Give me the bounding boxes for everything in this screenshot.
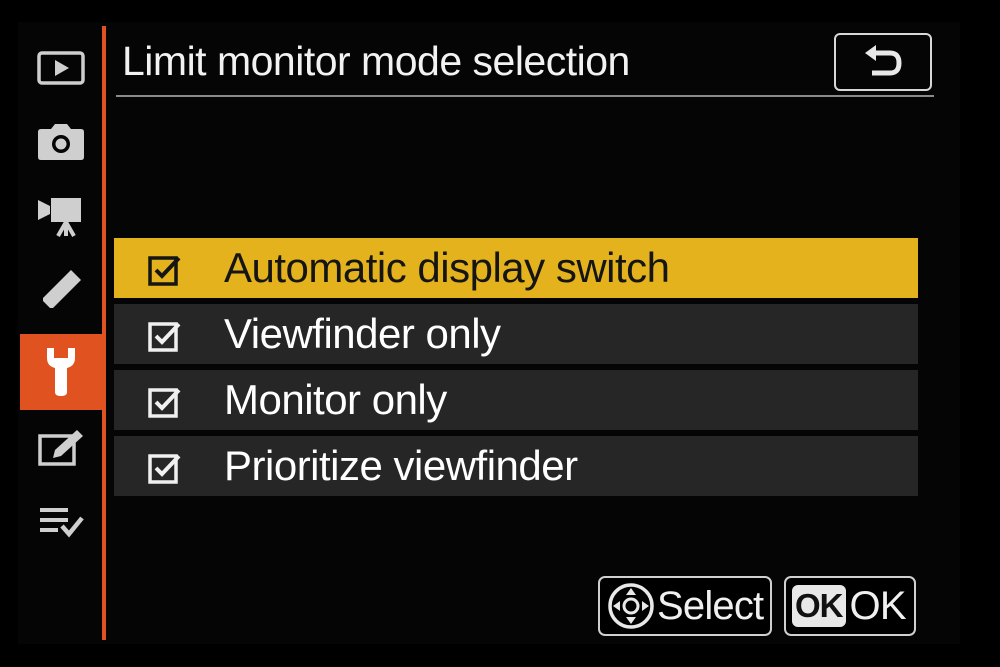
playback-icon xyxy=(37,51,85,85)
checkbox-checked-icon[interactable] xyxy=(148,452,182,484)
photo-shooting-menu-tab[interactable] xyxy=(20,106,102,178)
select-button[interactable]: Select xyxy=(598,576,772,636)
my-menu-icon xyxy=(40,508,84,538)
my-menu-tab[interactable] xyxy=(20,486,102,558)
option-label: Monitor only xyxy=(224,376,447,423)
option-label: Viewfinder only xyxy=(224,310,501,357)
checkbox-checked-icon[interactable] xyxy=(148,254,182,286)
pencil-icon xyxy=(43,270,81,308)
multi-selector-icon xyxy=(608,583,654,629)
ok-button-icon: OK xyxy=(792,585,846,627)
camera-icon xyxy=(38,124,84,160)
sidebar-divider xyxy=(102,26,106,640)
back-arrow-icon xyxy=(865,45,902,76)
ok-button[interactable]: OK OK xyxy=(784,576,916,636)
retouch-menu-tab[interactable] xyxy=(20,412,102,484)
option-label: Prioritize viewfinder xyxy=(224,442,578,489)
checkbox-checked-icon[interactable] xyxy=(148,386,182,418)
select-label: Select xyxy=(657,583,764,628)
retouch-icon xyxy=(38,430,83,466)
wrench-icon xyxy=(47,348,75,396)
ok-label: OK xyxy=(849,583,907,628)
checkbox-checked-icon[interactable] xyxy=(148,320,182,352)
movie-camera-icon xyxy=(38,198,81,237)
option-automatic-display-switch[interactable]: Automatic display switch xyxy=(114,238,918,298)
page-title: Limit monitor mode selection xyxy=(122,38,630,84)
menu-sidebar xyxy=(20,26,102,640)
back-button[interactable] xyxy=(834,33,932,91)
playback-menu-tab[interactable] xyxy=(20,32,102,104)
option-monitor-only[interactable]: Monitor only xyxy=(114,370,918,430)
custom-settings-menu-tab[interactable] xyxy=(20,254,102,326)
option-label: Automatic display switch xyxy=(224,244,670,291)
setup-menu-tab[interactable] xyxy=(20,334,102,410)
movie-shooting-menu-tab[interactable] xyxy=(20,180,102,252)
title-divider xyxy=(116,95,934,97)
monitor-mode-options: Automatic display switch Viewfinder only… xyxy=(114,238,918,502)
option-prioritize-viewfinder[interactable]: Prioritize viewfinder xyxy=(114,436,918,496)
option-viewfinder-only[interactable]: Viewfinder only xyxy=(114,304,918,364)
